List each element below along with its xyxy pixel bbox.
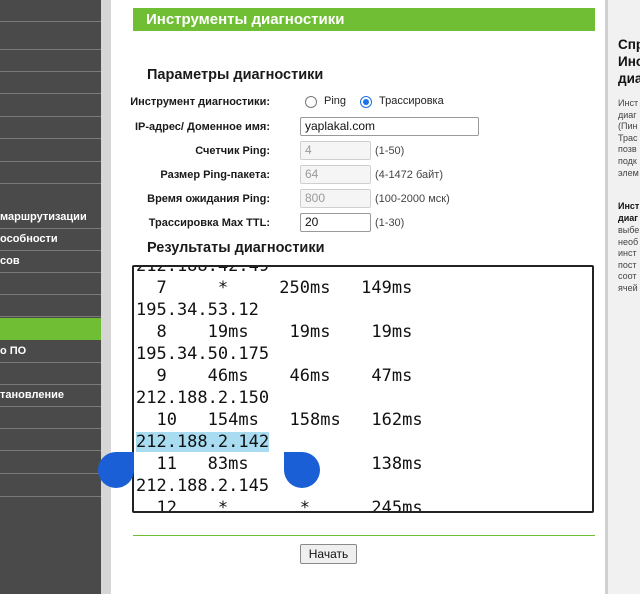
help-text: позв xyxy=(618,144,637,155)
help-panel: СпрИнсдиаИнстдиаг(ПинТраспозвподкэлемИнс… xyxy=(605,0,640,594)
results-content: 212.188.42.49 7 * 250ms 149ms 195.34.53.1… xyxy=(136,265,423,513)
result-line-text: 8 19ms 19ms 19ms xyxy=(136,322,413,342)
result-line-text: 11 83ms * 138ms xyxy=(136,454,423,474)
sidebar-item[interactable] xyxy=(0,94,101,117)
help-title: диа xyxy=(618,71,640,86)
radio-traceroute[interactable] xyxy=(360,96,372,108)
sidebar-item[interactable] xyxy=(0,451,101,474)
sidebar-item[interactable]: маршрутизации xyxy=(0,206,101,229)
result-line: 9 46ms 46ms 47ms xyxy=(136,365,423,387)
sidebar-item[interactable] xyxy=(0,318,101,340)
result-line: 12 * * 245ms xyxy=(136,497,423,513)
result-line: 212.188.2.142 xyxy=(136,431,423,453)
result-line-text: 10 154ms 158ms 162ms xyxy=(136,410,423,430)
help-text: диаг xyxy=(618,109,637,120)
timeout-label: Время ожидания Ping: xyxy=(147,193,270,205)
sidebar-item[interactable] xyxy=(0,474,101,497)
page-title: Инструменты диагностики xyxy=(133,8,595,31)
result-line-text: 212.188.42.49 xyxy=(136,265,270,276)
sidebar-item[interactable] xyxy=(0,27,101,50)
result-line: 212.188.2.145 xyxy=(136,475,423,497)
result-line-text: 195.34.53.12 xyxy=(136,300,259,320)
result-line-text: 12 * * 245ms xyxy=(136,498,423,513)
help-text: Инст xyxy=(618,98,639,108)
timeout-input[interactable]: 800 xyxy=(300,189,371,208)
ttl-hint: (1-30) xyxy=(375,217,405,229)
help-text: соот xyxy=(618,271,637,282)
sidebar-menu: маршрутизации особности сов о ПО тановление xyxy=(0,0,101,594)
selection-end-handle[interactable] xyxy=(284,452,320,488)
sidebar-item[interactable]: о ПО xyxy=(0,340,101,363)
help-text: необ xyxy=(618,236,639,247)
divider-line xyxy=(133,535,595,536)
sidebar-item[interactable] xyxy=(0,272,101,295)
result-line: 8 19ms 19ms 19ms xyxy=(136,321,423,343)
sidebar-item[interactable] xyxy=(0,139,101,162)
help-title: Инс xyxy=(618,54,640,69)
help-text: (Пин xyxy=(618,121,638,132)
help-text-bold: диаг xyxy=(618,212,638,223)
result-line: 7 * 250ms 149ms xyxy=(136,277,423,299)
result-line-text: 7 * 250ms 149ms xyxy=(136,278,413,298)
help-text: элем xyxy=(618,167,639,178)
ip-label: IP-адрес/ Доменное имя: xyxy=(134,121,270,133)
radio-ping[interactable] xyxy=(305,96,317,108)
result-line: 195.34.53.12 xyxy=(136,299,423,321)
ping-count-hint: (1-50) xyxy=(375,145,405,157)
sidebar-item[interactable] xyxy=(0,0,101,22)
help-text: подк xyxy=(618,156,637,166)
result-line: 11 83ms * 138ms xyxy=(136,453,423,475)
sidebar-item[interactable]: сов xyxy=(0,250,101,273)
result-line: 212.188.2.150 xyxy=(136,387,423,409)
help-text: пост xyxy=(618,259,637,270)
sidebar-item[interactable] xyxy=(0,428,101,451)
ping-size-label: Размер Ping-пакета: xyxy=(160,169,270,181)
result-line-text: 9 46ms 46ms 47ms xyxy=(136,366,413,386)
help-text: инст xyxy=(618,248,637,259)
sidebar-item[interactable] xyxy=(0,294,101,317)
sidebar-item[interactable] xyxy=(0,49,101,72)
sidebar-divider xyxy=(101,0,111,594)
help-text: Трас xyxy=(618,132,638,143)
result-line-text: 212.188.2.145 xyxy=(136,476,270,496)
sidebar-item[interactable] xyxy=(0,161,101,184)
tool-label: Инструмент диагностики: xyxy=(130,96,270,108)
sidebar-item[interactable]: особности xyxy=(0,228,101,251)
help-text: выбе xyxy=(618,225,640,235)
radio-traceroute-label[interactable]: Трассировка xyxy=(379,95,444,107)
sidebar-item[interactable] xyxy=(0,71,101,94)
ping-size-input[interactable]: 64 xyxy=(300,165,371,184)
params-heading: Параметры диагностики xyxy=(147,67,324,83)
help-title: Спр xyxy=(618,37,640,52)
selection-start-handle[interactable] xyxy=(98,452,134,488)
ttl-input[interactable]: 20 xyxy=(300,213,371,232)
ttl-label: Трассировка Max TTL: xyxy=(148,217,270,229)
result-line: 212.188.42.49 xyxy=(136,265,423,277)
sidebar-item[interactable] xyxy=(0,362,101,385)
result-line: 195.34.50.175 xyxy=(136,343,423,365)
start-button[interactable]: Начать xyxy=(300,544,357,564)
timeout-hint: (100-2000 мск) xyxy=(375,193,450,205)
sidebar-item[interactable] xyxy=(0,116,101,139)
help-text-bold: Инст xyxy=(618,201,640,211)
selected-text: 212.188.2.142 xyxy=(136,432,270,452)
results-textarea[interactable]: 212.188.42.49 7 * 250ms 149ms 195.34.53.1… xyxy=(132,265,594,513)
ip-input[interactable]: yaplakal.com xyxy=(300,117,479,136)
ping-size-hint: (4-1472 байт) xyxy=(375,169,443,181)
ping-count-input[interactable]: 4 xyxy=(300,141,371,160)
ping-count-label: Счетчик Ping: xyxy=(195,145,270,157)
sidebar-item[interactable]: тановление xyxy=(0,384,101,407)
help-text: ячей xyxy=(618,283,638,293)
results-heading: Результаты диагностики xyxy=(147,240,325,256)
sidebar-item[interactable] xyxy=(0,406,101,429)
result-line-text: 212.188.2.150 xyxy=(136,388,270,408)
result-line-text: 195.34.50.175 xyxy=(136,344,270,364)
result-line: 10 154ms 158ms 162ms xyxy=(136,409,423,431)
radio-ping-label[interactable]: Ping xyxy=(324,95,346,107)
